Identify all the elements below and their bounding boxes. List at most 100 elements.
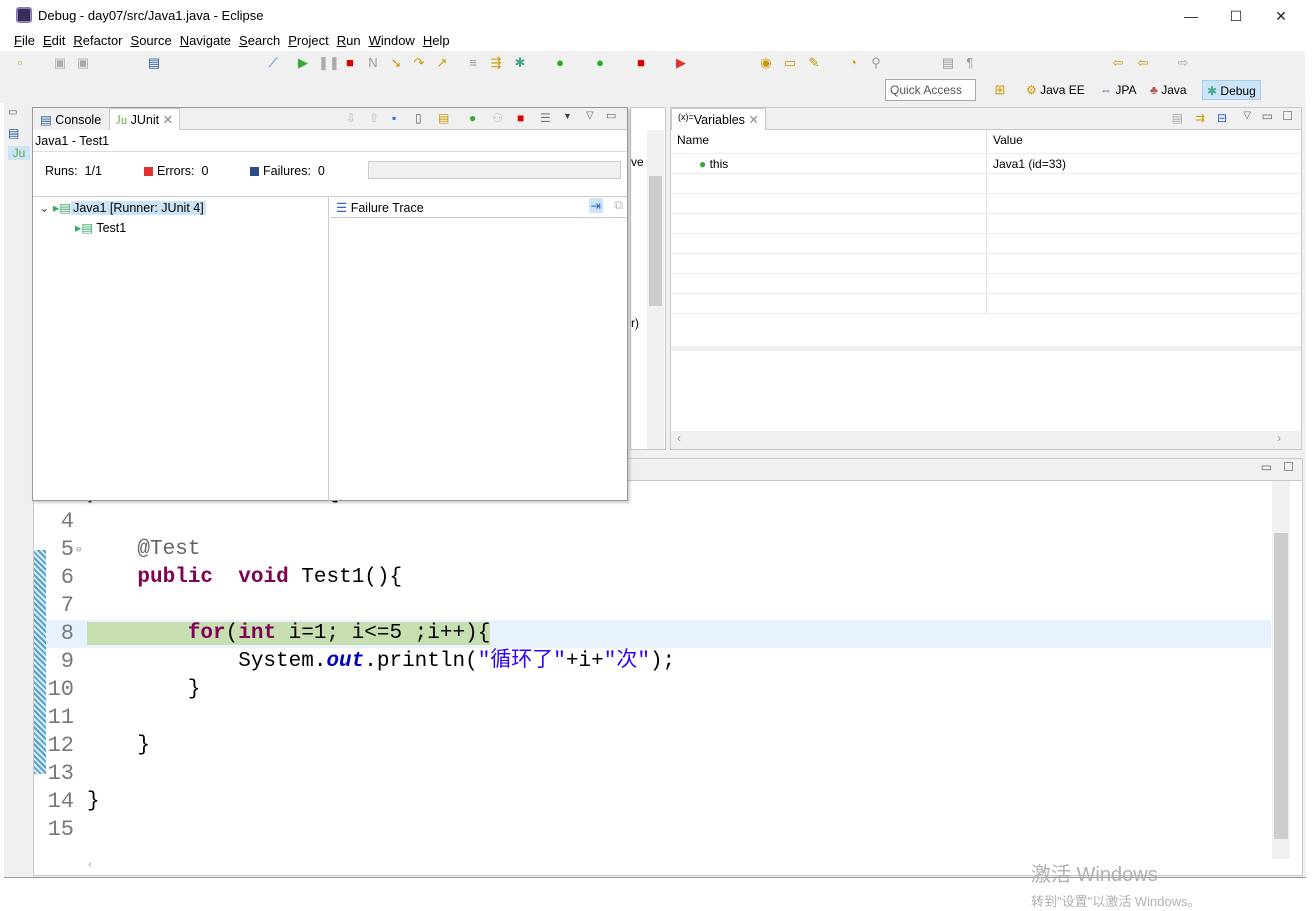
open-task-icon[interactable]: ◔ bbox=[845, 55, 861, 71]
stop-icon[interactable]: ■ bbox=[633, 55, 649, 71]
step-over-icon[interactable]: ↷ bbox=[411, 55, 427, 71]
code-line[interactable]: 7 bbox=[46, 592, 1271, 620]
code-line[interactable]: 10 } bbox=[46, 676, 1271, 704]
filter-stack-icon[interactable]: ⇥ bbox=[588, 198, 603, 213]
menu-project[interactable]: Project bbox=[288, 31, 335, 51]
rerun-icon[interactable]: ● bbox=[469, 111, 476, 125]
code-line[interactable]: 11 bbox=[46, 704, 1271, 732]
open-type-icon[interactable]: ◉ bbox=[758, 55, 774, 71]
junit-trim-button[interactable]: Ju bbox=[8, 146, 30, 160]
disconnect-icon[interactable]: N bbox=[365, 55, 381, 71]
code-line[interactable]: 13 bbox=[46, 760, 1271, 788]
perspective-java[interactable]: ♣ Java bbox=[1146, 80, 1191, 100]
suspend-icon[interactable]: ❚❚ bbox=[318, 55, 340, 71]
toggle-block-icon[interactable]: ▤ bbox=[940, 55, 956, 71]
restore-view-icon[interactable]: ▭ bbox=[606, 109, 616, 122]
restore-icon[interactable]: ▭ bbox=[8, 107, 30, 118]
skipped-tests-icon[interactable]: ▯ bbox=[415, 111, 422, 125]
drop-to-frame-icon[interactable]: ≡ bbox=[465, 55, 481, 71]
detail-sash[interactable] bbox=[671, 346, 1301, 351]
debug-scrollbar[interactable] bbox=[647, 130, 664, 449]
code-line[interactable]: 9 System.out.println("循环了"+i+"次"); bbox=[46, 648, 1271, 676]
scroll-lock-icon[interactable]: ▤ bbox=[438, 111, 449, 125]
menu-navigate[interactable]: Navigate bbox=[180, 31, 238, 51]
last-edit-icon[interactable]: ⇦ bbox=[1110, 55, 1126, 71]
step-into-icon[interactable]: ↘ bbox=[388, 55, 404, 71]
code-line[interactable]: 6 public void Test1(){ bbox=[46, 564, 1271, 592]
close-tab-icon[interactable]: ✕ bbox=[748, 113, 758, 127]
next-failure-icon[interactable]: ⇩ bbox=[346, 111, 356, 125]
run-icon[interactable]: ● bbox=[552, 55, 568, 71]
resume-icon[interactable]: ▶ bbox=[295, 55, 311, 71]
show-type-names-icon[interactable]: ⇉ bbox=[1195, 111, 1205, 125]
menu-refactor[interactable]: Refactor bbox=[73, 31, 129, 51]
scroll-thumb[interactable] bbox=[649, 176, 662, 306]
show-failures-only-icon[interactable]: ▪ bbox=[392, 111, 396, 125]
maximize-button[interactable]: ☐ bbox=[1213, 2, 1259, 30]
variable-row[interactable]: ● this Java1 (id=33) bbox=[671, 154, 1301, 174]
test-history-icon[interactable]: ☰ bbox=[540, 111, 551, 125]
perspective-jpa[interactable]: ⇔ JPA bbox=[1096, 80, 1140, 100]
minimize-view-icon[interactable]: ▭ bbox=[1262, 109, 1273, 123]
code-line[interactable]: 15 bbox=[46, 816, 1271, 844]
view-menu-icon[interactable]: ▽ bbox=[586, 110, 594, 121]
save-all-icon[interactable]: ▣ bbox=[75, 55, 91, 71]
column-name[interactable]: Name bbox=[671, 130, 987, 153]
open-folder-icon[interactable]: ▭ bbox=[782, 55, 798, 71]
open-perspective-icon[interactable]: ⊞ bbox=[992, 82, 1008, 98]
step-return-icon[interactable]: ↗ bbox=[434, 55, 450, 71]
maximize-view-icon[interactable]: ☐ bbox=[1282, 109, 1293, 123]
previous-failure-icon[interactable]: ⇧ bbox=[369, 111, 379, 125]
quick-access-input[interactable] bbox=[885, 79, 976, 101]
debug-icon[interactable]: ✱ bbox=[512, 55, 528, 71]
save-icon[interactable]: ▣ bbox=[52, 55, 68, 71]
use-step-filters-icon[interactable]: ⇶ bbox=[488, 55, 504, 71]
code-area[interactable]: 3public class Java1 {45⊖ @Test6 public v… bbox=[46, 494, 1271, 864]
tab-console[interactable]: ▤ Console bbox=[33, 108, 109, 130]
perspective-java-ee[interactable]: ⚙ Java EE bbox=[1022, 80, 1089, 100]
minimize-editor-icon[interactable]: ▭ bbox=[1261, 460, 1272, 474]
search-tool-icon[interactable]: ✎ bbox=[806, 55, 822, 71]
scroll-left-icon[interactable]: ‹ bbox=[88, 857, 92, 871]
maximize-editor-icon[interactable]: ☐ bbox=[1283, 460, 1294, 474]
minimize-button[interactable]: — bbox=[1168, 2, 1214, 30]
tab-junit[interactable]: Ju JUnit ✕ bbox=[109, 108, 181, 130]
show-whitespace-icon[interactable]: ¶ bbox=[962, 55, 978, 71]
view-menu-icon[interactable]: ▽ bbox=[1243, 110, 1251, 121]
fold-icon[interactable]: ⊖ bbox=[76, 536, 81, 564]
stop-run-icon[interactable]: ■ bbox=[517, 111, 524, 125]
menu-run[interactable]: Run bbox=[337, 31, 368, 51]
editor-vertical-scrollbar[interactable] bbox=[1272, 481, 1290, 859]
perspective-debug[interactable]: ✱ Debug bbox=[1202, 80, 1261, 100]
collapse-all-icon[interactable]: ⊟ bbox=[1217, 111, 1227, 125]
code-line[interactable]: 8➤ for(int i=1; i<=5 ;i++){ bbox=[46, 620, 1271, 648]
menu-help[interactable]: Help bbox=[423, 31, 457, 51]
close-button[interactable]: ✕ bbox=[1258, 2, 1304, 30]
tree-item-root[interactable]: ⌄ ▸▤ Java1 [Runner: JUnit 4] bbox=[39, 200, 206, 215]
back-icon[interactable]: ⇦ bbox=[1135, 55, 1151, 71]
horizontal-scrollbar[interactable]: ‹ › bbox=[671, 431, 1301, 449]
rerun-failed-icon[interactable]: ⚇ bbox=[492, 111, 503, 125]
column-value[interactable]: Value bbox=[987, 130, 1029, 153]
menu-window[interactable]: Window bbox=[369, 31, 422, 51]
dropdown-icon[interactable]: ▼ bbox=[563, 111, 572, 121]
close-tab-icon[interactable]: ✕ bbox=[163, 113, 173, 127]
code-line[interactable]: 12 } bbox=[46, 732, 1271, 760]
terminate-icon[interactable]: ■ bbox=[342, 55, 358, 71]
collapse-icon[interactable]: ▤ bbox=[1172, 111, 1183, 125]
menu-edit[interactable]: Edit bbox=[43, 31, 72, 51]
code-line[interactable]: 5 ⊖ @Test bbox=[46, 536, 1271, 564]
console-icon[interactable]: ▤ bbox=[8, 126, 30, 140]
new-icon[interactable]: ▫ bbox=[12, 55, 28, 71]
compare-icon[interactable]: ⧉ bbox=[614, 198, 623, 213]
menu-source[interactable]: Source bbox=[131, 31, 179, 51]
menu-search[interactable]: Search bbox=[239, 31, 287, 51]
external-tools-icon[interactable]: ▶ bbox=[673, 55, 689, 71]
tab-variables[interactable]: (x)=Variables ✕ bbox=[671, 108, 766, 130]
tree-item-test[interactable]: ▸▤ Test1 bbox=[75, 220, 126, 235]
terminal-icon[interactable]: ▤ bbox=[146, 55, 162, 71]
code-line[interactable]: 4 bbox=[46, 508, 1271, 536]
scroll-thumb[interactable] bbox=[1274, 533, 1288, 839]
menu-file[interactable]: File bbox=[14, 31, 42, 51]
code-line[interactable]: 14} bbox=[46, 788, 1271, 816]
